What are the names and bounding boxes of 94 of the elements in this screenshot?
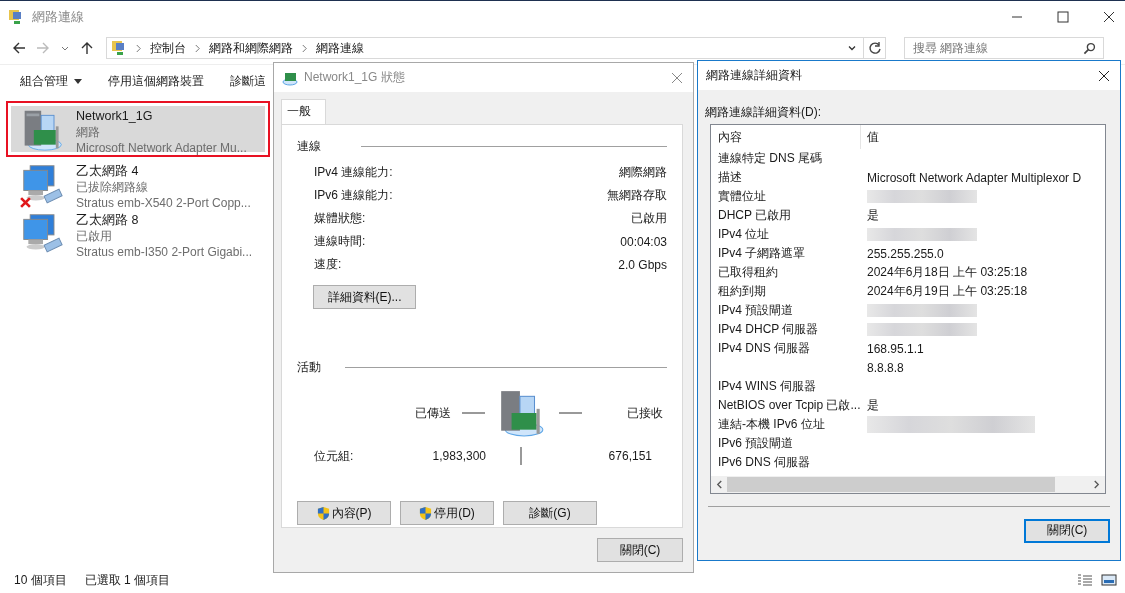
property-value: 255.255.255.0 xyxy=(867,246,944,261)
action-button[interactable]: 停用(D) xyxy=(400,501,494,525)
received-bytes: 676,151 xyxy=(607,449,652,463)
adapter-name: Stratus emb-I350 2-Port Gigabi... xyxy=(76,244,253,260)
field-label: 連線時間: xyxy=(314,233,366,250)
scroll-right-icon[interactable] xyxy=(1093,480,1100,489)
sent-label: 已傳送 xyxy=(414,404,451,422)
control-panel-icon xyxy=(111,40,127,56)
scrollbar-thumb[interactable] xyxy=(727,477,1055,492)
chevron-down-icon[interactable] xyxy=(847,43,857,53)
connection-name: Network1_1G xyxy=(76,108,154,124)
connection-status: 已拔除網路線 xyxy=(76,179,149,195)
list-label: 網路連線詳細資料(D): xyxy=(705,104,821,121)
field-label: 媒體狀態: xyxy=(314,210,366,227)
field-value: 網際網路 xyxy=(619,164,667,181)
tab[interactable]: 一般 xyxy=(281,99,326,124)
selection-count: 已選取 1 個項目 xyxy=(84,571,171,589)
window-title: 網路連線 xyxy=(32,7,84,26)
property-name: IPv6 預設閘道 xyxy=(718,436,794,450)
property-name: 已取得租約 xyxy=(718,265,778,279)
item-count: 10 個項目 xyxy=(14,571,67,589)
field-value: 已啟用 xyxy=(631,210,667,227)
connection-item[interactable]: Network1_1G 網路 Microsoft Network Adapter Mu... xyxy=(6,101,270,157)
property-name: IPv6 DNS 伺服器 xyxy=(718,455,810,469)
breadcrumb-item[interactable]: 網路和網際網路 xyxy=(209,39,293,57)
refresh-button[interactable] xyxy=(864,37,886,59)
property-name: IPv4 預設閘道 xyxy=(718,303,794,317)
property-value: 是 xyxy=(867,207,879,224)
property-value: 168.95.1.1 xyxy=(867,341,924,356)
horizontal-scrollbar[interactable] xyxy=(711,476,1105,493)
up-arrow-icon[interactable] xyxy=(80,41,94,55)
property-value: 是 xyxy=(867,397,879,414)
address-bar[interactable]: 控制台 網路和網際網路 網路連線 xyxy=(106,37,864,59)
close-button[interactable]: 關閉(C) xyxy=(1024,518,1110,543)
details-button[interactable]: 詳細資料(E)... xyxy=(313,285,416,309)
column-header[interactable]: 內容 xyxy=(711,125,861,149)
property-value: 2024年6月18日 上午 03:25:18 xyxy=(867,264,1028,281)
property-name: 租約到期 xyxy=(718,284,766,298)
property-name: NetBIOS over Tcpip 已啟... xyxy=(718,398,861,412)
search-icon xyxy=(1083,42,1096,55)
network-folder-icon xyxy=(8,8,24,25)
toolbar-button[interactable]: 診斷這 xyxy=(230,72,266,90)
field-value: 00:04:03 xyxy=(620,234,667,249)
connection-status: 網路 xyxy=(76,124,101,140)
property-name: DHCP 已啟用 xyxy=(718,208,792,222)
chevron-right-icon xyxy=(194,43,201,53)
action-button[interactable]: 內容(P) xyxy=(297,501,391,525)
dialog-title: Network1_1G 狀態 xyxy=(304,69,405,86)
section-heading: 活動 xyxy=(297,358,321,376)
connection-name: 乙太網路 4 xyxy=(76,163,140,179)
column-header[interactable]: 值 xyxy=(861,128,879,146)
toolbar-button[interactable]: 組合管理 xyxy=(20,72,82,90)
property-name: 連結-本機 IPv6 位址 xyxy=(718,417,825,431)
dialog-title: 網路連線詳細資料 xyxy=(706,67,802,84)
property-value: Microsoft Network Adapter Multiplexor D xyxy=(867,170,1082,185)
search-field[interactable]: 搜尋 網路連線 xyxy=(904,37,1104,59)
property-name: IPv4 DHCP 伺服器 xyxy=(718,322,819,336)
property-name: 實體位址 xyxy=(718,189,766,203)
bytes-label: 位元組: xyxy=(314,447,355,465)
breadcrumb-item[interactable]: 控制台 xyxy=(150,39,186,57)
chevron-right-icon xyxy=(301,43,308,53)
breadcrumb-item[interactable]: 網路連線 xyxy=(316,39,364,57)
tiles-view-icon[interactable] xyxy=(1101,574,1117,586)
section-heading: 連線 xyxy=(297,137,321,155)
property-name: 連線特定 DNS 尾碼 xyxy=(718,151,822,165)
field-label: IPv6 連線能力: xyxy=(314,187,393,204)
connection-status: 已啟用 xyxy=(76,228,113,244)
adapter-name: Microsoft Network Adapter Mu... xyxy=(76,140,247,156)
close-icon[interactable] xyxy=(1103,10,1115,23)
property-value: 8.8.8.8 xyxy=(867,360,904,375)
property-value: 2024年6月19日 上午 03:25:18 xyxy=(867,283,1028,300)
close-button[interactable]: 關閉(C) xyxy=(597,538,683,562)
back-arrow-icon[interactable] xyxy=(12,41,26,55)
scroll-left-icon[interactable] xyxy=(716,480,723,489)
field-label: 速度: xyxy=(314,256,342,273)
connection-name: 乙太網路 8 xyxy=(76,212,140,228)
maximize-icon[interactable] xyxy=(1057,10,1069,23)
refresh-icon xyxy=(867,41,882,55)
property-name: 描述 xyxy=(718,170,742,184)
field-value: 無網路存取 xyxy=(607,187,667,204)
action-button[interactable]: 診斷(G) xyxy=(503,501,597,525)
toolbar-button[interactable]: 停用這個網路裝置 xyxy=(108,72,204,90)
property-name: IPv4 位址 xyxy=(718,227,770,241)
received-label: 已接收 xyxy=(626,404,663,422)
property-name: IPv4 子網路遮罩 xyxy=(718,246,806,260)
sent-bytes: 1,983,300 xyxy=(431,449,486,463)
chevron-right-icon xyxy=(135,43,142,53)
close-icon[interactable] xyxy=(1098,69,1110,82)
adapter-name: Stratus emb-X540 2-Port Copp... xyxy=(76,195,251,211)
field-label: IPv4 連線能力: xyxy=(314,164,393,181)
property-name: IPv4 DNS 伺服器 xyxy=(718,341,810,355)
property-name: IPv4 WINS 伺服器 xyxy=(718,379,816,393)
field-value: 2.0 Gbps xyxy=(618,257,667,272)
connection-item[interactable]: 乙太網路 4 已拔除網路線 Stratus emb-X540 2-Port Copp... xyxy=(6,159,270,208)
